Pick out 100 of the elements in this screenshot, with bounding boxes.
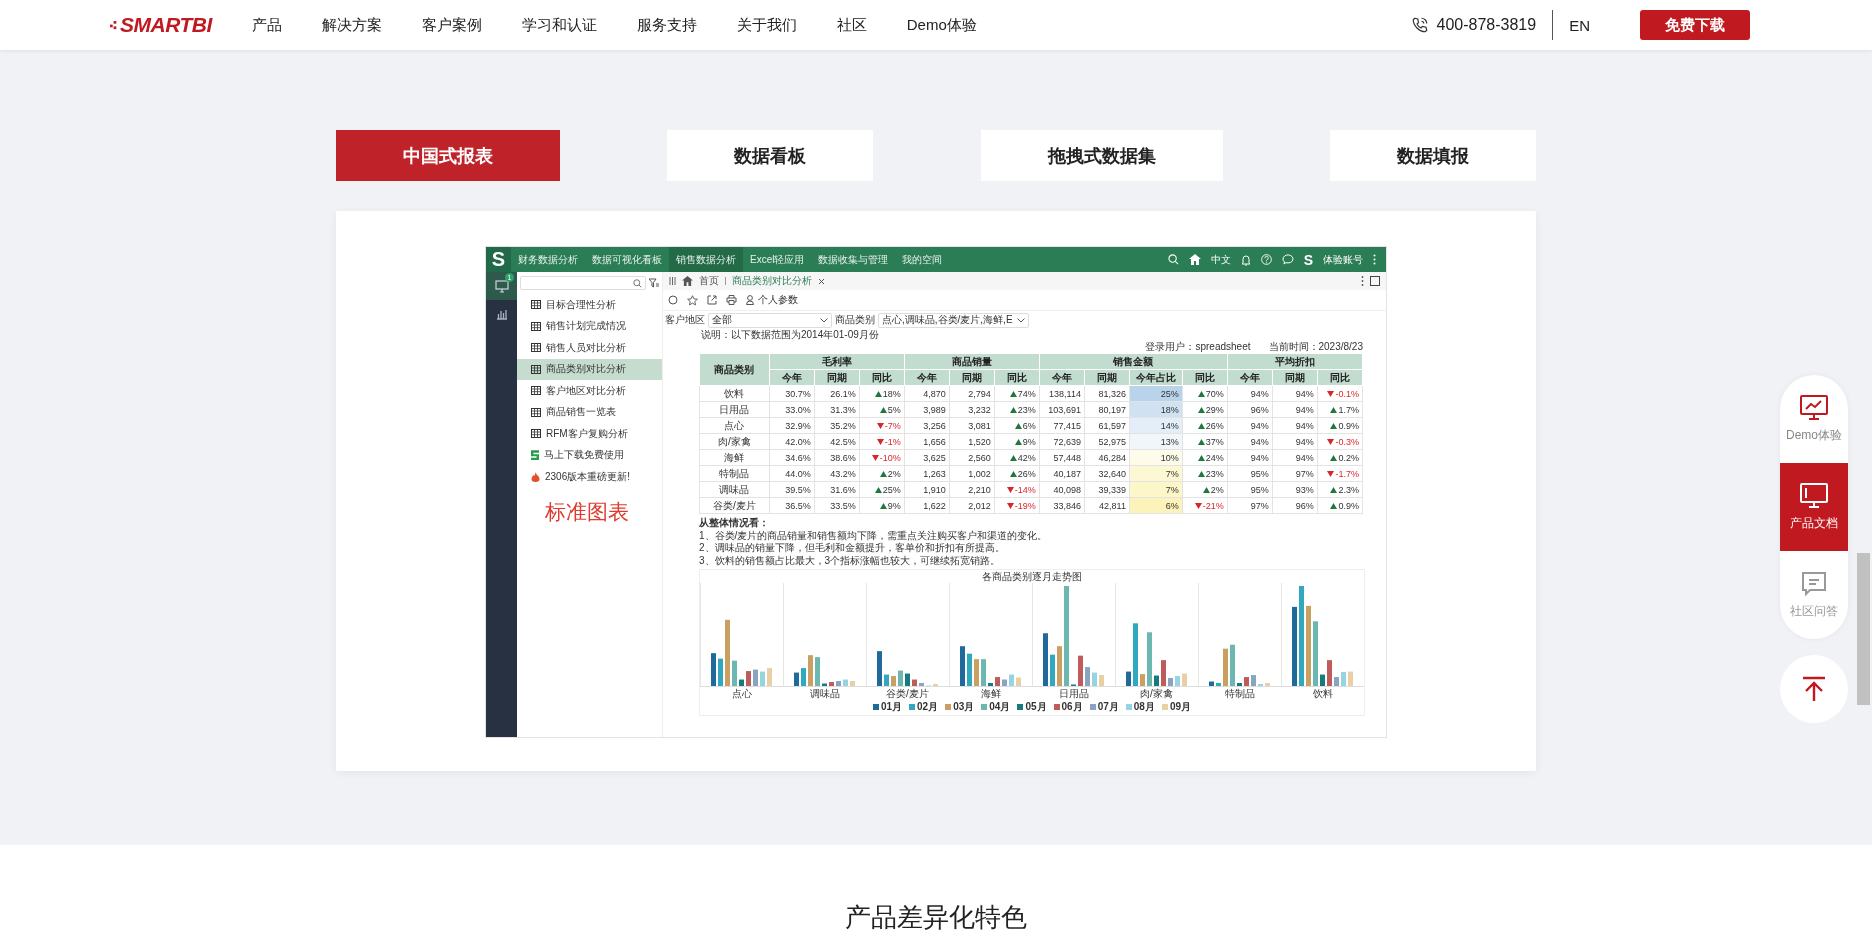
table-cell: 3,256 (904, 417, 950, 434)
table-cell: 1,910 (904, 481, 950, 498)
table-cell: 57,448 (1039, 449, 1085, 466)
nav-link[interactable]: 解决方案 (321, 15, 382, 35)
brand-logo[interactable]: SMARTBI (120, 13, 212, 37)
feature-tab[interactable]: 数据看板 (667, 130, 874, 181)
table-cell: 1,520 (949, 433, 995, 450)
table-cell: 3,989 (904, 401, 950, 418)
app-menu-item[interactable]: 数据收集与管理 (811, 247, 896, 272)
bar (898, 670, 903, 686)
nav-link[interactable]: 社区 (836, 15, 867, 35)
bar (1313, 621, 1318, 686)
bar (1168, 678, 1173, 686)
side-tool-button[interactable]: 产品文档 (1780, 463, 1848, 551)
phone-icon (1410, 16, 1429, 34)
feature-tab[interactable]: 拖拽式数据集 (980, 130, 1223, 181)
print-icon[interactable] (726, 295, 737, 305)
bar-chart-icon (495, 308, 508, 320)
language-link[interactable]: 中文 (1210, 252, 1231, 267)
change-value: -14% (1006, 484, 1036, 495)
filter-dropdown[interactable]: 全部 (708, 312, 832, 328)
table-cell: 2,560 (949, 449, 995, 466)
table-cell: 1,263 (904, 465, 950, 482)
category-label: 海鲜 (979, 687, 1002, 700)
table-grid-icon (531, 321, 541, 331)
nav-link[interactable]: Demo体验 (906, 15, 977, 35)
export-icon[interactable] (707, 295, 717, 305)
home-icon[interactable] (682, 276, 693, 286)
maximize-icon[interactable] (1370, 276, 1380, 286)
report-tree-item[interactable]: RFM客户复购分析 (517, 423, 662, 445)
report-tree-item[interactable]: 商品类别对比分析 (517, 358, 662, 380)
search-field[interactable] (520, 276, 646, 290)
table-cell: 调味品 (699, 481, 770, 498)
data-range-note: 说明：以下数据范围为2014年01-09月份 (700, 329, 880, 341)
app-menu-item[interactable]: 财务数据分析 (511, 247, 585, 272)
report-tree-item[interactable]: 马上下载免费使用 (517, 444, 662, 466)
download-button[interactable]: 免费下载 (1640, 10, 1750, 40)
home-icon[interactable] (1188, 254, 1201, 265)
change-value: -0.3% (1327, 436, 1359, 447)
scrollbar-thumb[interactable] (1857, 553, 1870, 705)
report-tree-item[interactable]: 目标合理性分析 (517, 294, 662, 316)
legend-label: 09月 (1169, 699, 1192, 714)
account-name[interactable]: 体验账号 (1323, 252, 1363, 267)
menu-icon[interactable] (669, 277, 676, 285)
report-tree-item[interactable]: 销售计划完成情况 (517, 315, 662, 337)
search-icon[interactable] (1167, 254, 1179, 265)
legend-label: 05月 (1025, 699, 1047, 714)
nav-link[interactable]: 客户案例 (421, 15, 482, 35)
bar (919, 683, 924, 686)
bar (1341, 672, 1346, 686)
report-tree-item[interactable]: 客户地区对比分析 (517, 380, 662, 402)
more-icon[interactable] (1361, 276, 1364, 286)
app-menu-item[interactable]: Excel轻应用 (743, 247, 812, 272)
side-tool-button[interactable]: Demo体验 (1780, 375, 1848, 463)
change-value: 1.7% (1330, 404, 1359, 415)
category-label: 特制品 (1223, 687, 1256, 700)
bar (905, 673, 910, 686)
change-value: 5% (879, 404, 901, 415)
feature-tab[interactable]: 数据填报 (1330, 130, 1536, 181)
star-icon[interactable] (687, 294, 698, 306)
report-tree-item[interactable]: 2306版本重磅更新! (517, 466, 662, 488)
change-value: 25% (874, 484, 901, 495)
filter-dropdown[interactable]: 点心,调味品,谷类/麦片,海鲜,E (878, 312, 1029, 328)
user-icon (746, 295, 757, 305)
personal-params-button[interactable]: 个人参数 (746, 293, 798, 307)
language-link[interactable]: EN (1569, 16, 1590, 34)
table-cell: 81,326 (1084, 385, 1130, 402)
table-cell: 94% (1227, 385, 1273, 402)
app-menu-item[interactable]: 数据可视化看板 (585, 247, 669, 272)
nav-link[interactable]: 服务支持 (636, 15, 697, 35)
table-cell: 94% (1272, 385, 1318, 402)
feature-tab[interactable]: 中国式报表 (336, 130, 560, 181)
flame-icon (531, 471, 540, 482)
app-menu-item[interactable]: 销售数据分析 (669, 247, 743, 272)
close-icon[interactable] (818, 277, 825, 285)
nav-link[interactable]: 关于我们 (736, 15, 797, 35)
home-tab[interactable]: 首页 (699, 274, 719, 288)
filter-icon[interactable] (649, 278, 659, 288)
refresh-icon[interactable] (668, 295, 678, 305)
table-cell: 饮料 (699, 385, 770, 402)
report-tab[interactable]: 商品类别对比分析 (732, 274, 812, 288)
help-icon[interactable] (1260, 254, 1272, 265)
table-cell: 1,656 (904, 433, 950, 450)
more-icon[interactable] (1373, 254, 1376, 265)
chat-icon[interactable] (1281, 254, 1294, 265)
report-tree-item[interactable]: 销售人员对比分析 (517, 337, 662, 359)
report-tree-item[interactable]: 商品销售一览表 (517, 401, 662, 423)
category-label: 饮料 (1311, 687, 1334, 700)
overlay-caption: 标准图表 (545, 499, 629, 525)
bell-icon[interactable] (1240, 253, 1251, 266)
bar (1182, 673, 1187, 686)
nav-link[interactable]: 学习和认证 (521, 15, 597, 35)
bar (1009, 674, 1014, 686)
login-user-text: 登录用户：spreadsheet (1145, 341, 1251, 353)
table-cell: 93% (1272, 481, 1318, 498)
bar (1348, 671, 1353, 686)
app-menu-item[interactable]: 我的空间 (895, 247, 950, 272)
bar (1126, 671, 1131, 686)
change-value: 23% (1009, 404, 1036, 415)
nav-link[interactable]: 产品 (251, 15, 282, 35)
